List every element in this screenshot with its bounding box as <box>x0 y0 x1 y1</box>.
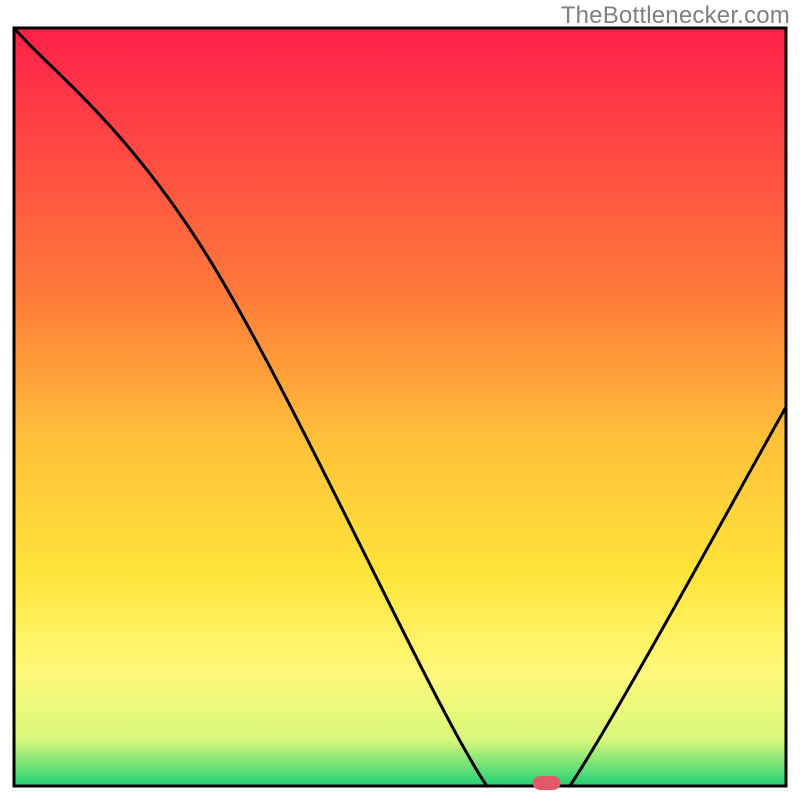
heat-gradient-background <box>14 28 786 786</box>
optimal-marker <box>533 776 561 790</box>
bottleneck-chart <box>0 0 800 800</box>
chart-container: TheBottlenecker.com <box>0 0 800 800</box>
